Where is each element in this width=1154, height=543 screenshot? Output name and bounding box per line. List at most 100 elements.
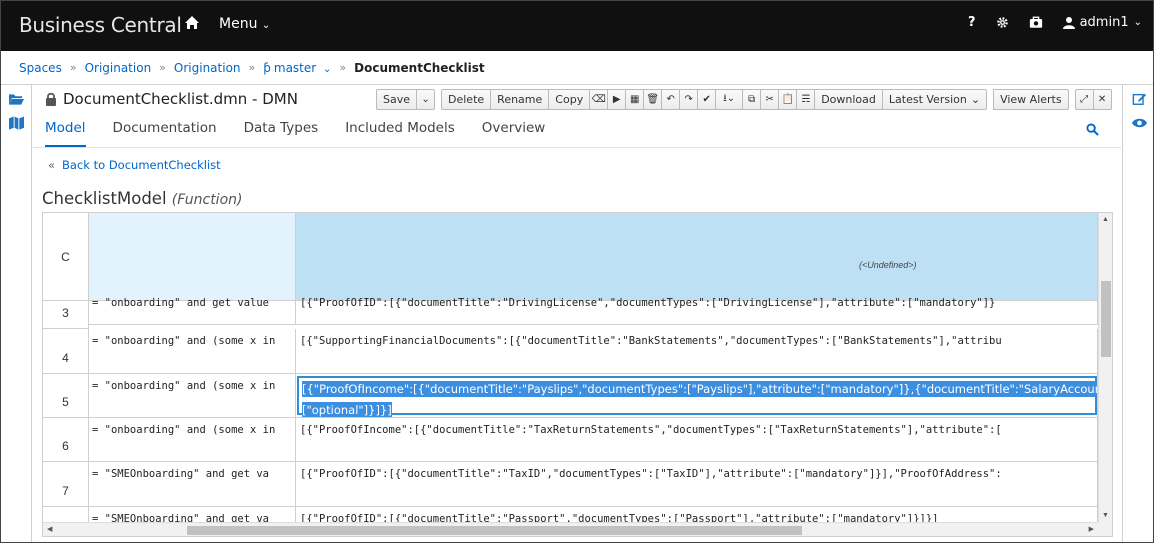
alerts-group: View Alerts: [993, 89, 1069, 110]
close-button[interactable]: ✕: [1092, 89, 1112, 110]
table-cell-key[interactable]: = "onboarding" and (some x in: [89, 418, 296, 462]
table-cell-value[interactable]: [{"ProofOfIncome":[{"documentTitle":"Tax…: [296, 418, 1098, 462]
user-name: admin1: [1079, 15, 1129, 30]
search-icon[interactable]: [1086, 123, 1099, 136]
tab-overview[interactable]: Overview: [482, 120, 546, 147]
brand-logo[interactable]: Business Central: [19, 13, 182, 37]
user-icon: [1062, 17, 1075, 29]
paste-button[interactable]: 📋: [778, 89, 798, 110]
run-button[interactable]: ▶: [607, 89, 627, 110]
folder-open-icon[interactable]: [9, 92, 24, 106]
expand-icon: ⤢: [1080, 94, 1089, 105]
cell-editor-line-2: ["optional"]}]}]: [302, 402, 392, 417]
undefined-type-label: (<Undefined>): [859, 260, 917, 270]
tab-data-types[interactable]: Data Types: [244, 120, 319, 147]
top-navbar: Business Central Menu ⌄ ? admin1 ⌄: [0, 0, 1154, 51]
table-cell-value-editing[interactable]: [{"ProofOfIncome":[{"documentTitle":"Pay…: [296, 374, 1098, 418]
help-button[interactable]: ?: [968, 15, 976, 30]
view-alerts-button[interactable]: View Alerts: [993, 89, 1069, 110]
breadcrumb-space-origination[interactable]: Origination: [85, 61, 152, 75]
breadcrumb-spaces[interactable]: Spaces: [19, 61, 62, 75]
chevron-down-icon: ⌄: [261, 20, 271, 31]
briefcase-icon[interactable]: [1029, 16, 1043, 29]
trash-button[interactable]: 🗑: [643, 89, 663, 110]
scrollbar-corner: [1098, 522, 1112, 536]
maximize-button[interactable]: ⤢: [1074, 89, 1094, 110]
row-number: 6: [43, 418, 89, 462]
table-cell-value[interactable]: [{"ProofOfID":[{"documentTitle":"TaxID",…: [296, 462, 1098, 507]
column-header-value[interactable]: (<Undefined>): [296, 213, 1098, 301]
redo-icon: ↷: [684, 94, 693, 105]
editor-toolbar: Save ⌄ Delete Rename Copy ⌫ ▶ ▦ 🗑 ↶ ↷ ✔ …: [376, 89, 1112, 110]
save-button[interactable]: Save: [376, 89, 418, 110]
scroll-up-icon[interactable]: ▲: [1102, 216, 1109, 223]
scroll-right-icon[interactable]: ▶: [1089, 525, 1094, 533]
diagram-button[interactable]: ☴: [796, 89, 816, 110]
breadcrumb-project-origination[interactable]: Origination: [174, 61, 241, 75]
eraser-button[interactable]: ⌫: [589, 89, 609, 110]
breadcrumb-separator: »: [248, 61, 256, 74]
table-cell-key[interactable]: = "onboarding" and (some x in: [89, 374, 296, 418]
copy-button[interactable]: Copy: [548, 89, 591, 110]
save-group: Save ⌄: [376, 89, 436, 110]
validate-button[interactable]: ✔: [697, 89, 717, 110]
download-icon: ⭳⌄: [723, 93, 736, 104]
back-link[interactable]: « Back to DocumentChecklist: [48, 158, 221, 172]
home-icon[interactable]: [184, 15, 200, 31]
chevron-down-icon: ⌄: [1133, 17, 1142, 28]
rename-button[interactable]: Rename: [490, 89, 550, 110]
cut-button[interactable]: ✂: [760, 89, 780, 110]
user-menu[interactable]: admin1 ⌄: [1062, 15, 1142, 30]
breadcrumb-separator: »: [339, 61, 347, 74]
undo-icon: ↶: [666, 94, 675, 105]
delete-button[interactable]: Delete: [441, 89, 492, 110]
breadcrumb-branch[interactable]: ƥ master ⌄: [263, 61, 331, 75]
tab-documentation[interactable]: Documentation: [113, 120, 217, 147]
branch-label: master: [273, 60, 317, 75]
export-button[interactable]: ⭳⌄: [715, 89, 744, 110]
column-header-c[interactable]: C: [43, 213, 89, 301]
file-actions-group: Delete Rename Copy ⌫ ▶ ▦ 🗑 ↶ ↷ ✔ ⭳⌄ ⧉ ✂ …: [441, 89, 988, 110]
latest-version-dropdown[interactable]: Latest Version ⌄: [881, 89, 988, 110]
tab-model[interactable]: Model: [45, 120, 86, 147]
download-button[interactable]: Download: [814, 89, 883, 110]
scissors-icon: ✂: [765, 94, 774, 105]
scroll-down-icon[interactable]: ▼: [1102, 512, 1109, 519]
function-title: ChecklistModel (Function): [42, 189, 242, 208]
horizontal-scrollbar[interactable]: ◀ ▶: [43, 522, 1098, 536]
close-icon: ✕: [1097, 94, 1107, 105]
table-cell-value[interactable]: [{"SupportingFinancialDocuments":[{"docu…: [296, 329, 1098, 374]
row-number: 4: [43, 329, 89, 374]
grid-button[interactable]: ▦: [625, 89, 645, 110]
editor-tabs: Model Documentation Data Types Included …: [33, 113, 1121, 148]
gear-icon[interactable]: [996, 16, 1009, 29]
breadcrumb-current: DocumentChecklist: [354, 60, 485, 75]
cell-editor-text: [{"ProofOfIncome":[{"documentTitle":"Pay…: [302, 379, 1097, 417]
back-link-label: Back to DocumentChecklist: [62, 158, 221, 172]
table-cell-key[interactable]: = "onboarding" and get value: [89, 297, 296, 325]
table-cell-value[interactable]: [{"ProofOfID":[{"documentTitle":"Driving…: [296, 297, 1098, 325]
eraser-icon: ⌫: [591, 94, 606, 105]
cell-editor[interactable]: [{"ProofOfIncome":[{"documentTitle":"Pay…: [297, 376, 1097, 417]
edit-icon[interactable]: [1132, 92, 1147, 106]
table-cell-key[interactable]: = "onboarding" and (some x in: [89, 329, 296, 374]
row-number: 3: [43, 301, 89, 329]
duplicate-button[interactable]: ⧉: [742, 89, 762, 110]
vertical-scrollbar[interactable]: ▲ ▼: [1098, 213, 1112, 522]
undo-button[interactable]: ↶: [661, 89, 681, 110]
double-chevron-left-icon: «: [48, 158, 56, 172]
table-cell-key[interactable]: = "SMEOnboarding" and get va: [89, 462, 296, 507]
scroll-left-icon[interactable]: ◀: [47, 525, 52, 533]
eye-icon[interactable]: [1132, 116, 1147, 130]
map-icon[interactable]: [9, 116, 24, 130]
chevron-down-icon: ⌄: [970, 93, 981, 106]
save-dropdown-button[interactable]: ⌄: [416, 89, 436, 110]
menu-dropdown[interactable]: Menu ⌄: [219, 16, 270, 32]
column-header-key[interactable]: [89, 213, 296, 301]
horizontal-scroll-thumb[interactable]: [187, 526, 802, 535]
breadcrumb: Spaces » Origination » Origination » ƥ ma…: [0, 51, 1154, 85]
navbar-right-tools: ? admin1 ⌄: [968, 15, 1142, 30]
tab-included-models[interactable]: Included Models: [345, 120, 455, 147]
vertical-scroll-thumb[interactable]: [1101, 281, 1111, 357]
redo-button[interactable]: ↷: [679, 89, 699, 110]
